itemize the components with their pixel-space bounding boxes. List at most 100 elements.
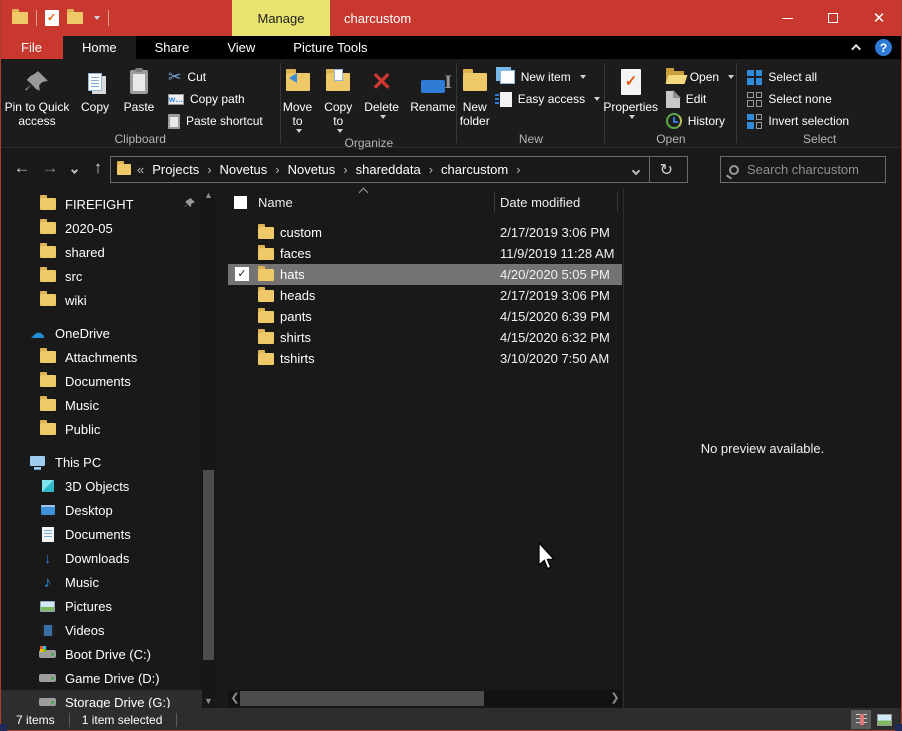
new-item-button[interactable]: New item xyxy=(494,66,606,88)
sidebar-item[interactable]: This PC xyxy=(1,450,202,474)
scroll-right-icon[interactable]: ❯ xyxy=(608,690,622,707)
column-header-date-modified[interactable]: Date modified xyxy=(500,195,580,210)
recent-locations-icon[interactable] xyxy=(64,158,84,178)
copy-path-button[interactable]: w… Copy path xyxy=(162,88,269,110)
select-all-icon xyxy=(747,70,762,85)
easy-access-button[interactable]: Easy access xyxy=(494,88,606,110)
history-button[interactable]: History xyxy=(660,110,740,132)
sidebar-item[interactable]: Public xyxy=(1,417,202,441)
sidebar-item[interactable]: ☁ OneDrive xyxy=(1,321,202,345)
new-item-label: New item xyxy=(521,70,571,84)
search-box[interactable] xyxy=(720,156,886,183)
sidebar-item[interactable]: Attachments xyxy=(1,345,202,369)
minimize-button[interactable] xyxy=(764,0,810,36)
folder-icon[interactable] xyxy=(12,12,28,24)
sidebar-item[interactable]: ↓ Downloads xyxy=(1,546,202,570)
search-input[interactable] xyxy=(747,162,867,177)
delete-button[interactable]: ✕ Delete xyxy=(360,63,403,122)
move-to-button[interactable]: Move to xyxy=(279,63,316,136)
back-button[interactable]: ← xyxy=(8,158,36,178)
properties-quick-icon[interactable] xyxy=(45,10,59,26)
sidebar-item[interactable]: Game Drive (D:) xyxy=(1,666,202,690)
breadcrumb-item[interactable]: Novetus xyxy=(288,162,356,177)
tab-home[interactable]: Home xyxy=(63,36,136,59)
up-button[interactable]: ↑ xyxy=(84,158,112,178)
dropdown-arrow-icon xyxy=(728,75,734,79)
open-button[interactable]: Open xyxy=(660,66,740,88)
properties-button[interactable]: Properties xyxy=(602,63,660,122)
scroll-up-icon[interactable]: ▲ xyxy=(202,188,215,202)
breadcrumb-item[interactable]: shareddata xyxy=(356,162,441,177)
sidebar-item[interactable]: src xyxy=(1,264,202,288)
column-divider[interactable] xyxy=(617,192,618,212)
tab-picture-tools[interactable]: Picture Tools xyxy=(274,36,386,59)
refresh-icon[interactable]: ↻ xyxy=(652,160,681,180)
tab-file[interactable]: File xyxy=(0,36,63,59)
breadcrumb-item[interactable]: Novetus xyxy=(220,162,288,177)
breadcrumb-item[interactable]: charcustom xyxy=(441,162,529,177)
new-folder-button[interactable]: New folder xyxy=(456,63,494,132)
scrollbar-thumb[interactable] xyxy=(203,470,214,660)
row-checkbox[interactable]: ✓ xyxy=(235,267,249,281)
sidebar-item-icon xyxy=(39,505,56,515)
select-none-button[interactable]: Select none xyxy=(741,88,855,110)
file-row[interactable]: ✓ tshirts 3/10/2020 7:50 AM xyxy=(228,348,622,369)
breadcrumb-item[interactable]: Projects xyxy=(152,162,219,177)
sidebar-item[interactable]: 2020-05 xyxy=(1,216,202,240)
tab-share[interactable]: Share xyxy=(136,36,209,59)
chevron-down-icon[interactable] xyxy=(94,16,100,20)
copy-button[interactable]: Copy xyxy=(74,63,116,118)
scrollbar-thumb[interactable] xyxy=(240,691,484,706)
file-row[interactable]: ✓ heads 2/17/2019 3:06 PM xyxy=(228,285,622,306)
cut-button[interactable]: ✂ Cut xyxy=(162,66,269,88)
scroll-down-icon[interactable]: ▼ xyxy=(202,694,215,708)
thumbnails-view-button[interactable] xyxy=(874,710,894,729)
column-header-name[interactable]: Name xyxy=(258,195,293,210)
maximize-button[interactable] xyxy=(810,0,856,36)
file-row[interactable]: ✓ pants 4/15/2020 6:39 PM xyxy=(228,306,622,327)
close-button[interactable]: ✕ xyxy=(856,0,902,36)
address-bar[interactable]: « ProjectsNovetusNovetusshareddatacharcu… xyxy=(110,156,688,183)
invert-selection-button[interactable]: Invert selection xyxy=(741,110,855,132)
sidebar-item[interactable]: Desktop xyxy=(1,498,202,522)
sidebar-item[interactable]: Documents xyxy=(1,522,202,546)
edit-button[interactable]: Edit xyxy=(660,88,740,110)
forward-button[interactable]: → xyxy=(36,158,64,178)
sidebar-item[interactable]: ♪ Music xyxy=(1,570,202,594)
path-overflow-indicator[interactable]: « xyxy=(137,162,144,177)
edit-icon xyxy=(666,91,680,108)
rename-button[interactable]: Rename xyxy=(407,63,459,118)
select-all-checkbox[interactable] xyxy=(234,196,247,209)
sidebar-item[interactable]: wiki xyxy=(1,288,202,312)
sidebar-item[interactable]: Pictures xyxy=(1,594,202,618)
column-divider[interactable] xyxy=(494,192,495,212)
copy-to-button[interactable]: Copy to xyxy=(320,63,356,136)
file-row[interactable]: ✓ custom 2/17/2019 3:06 PM xyxy=(228,222,622,243)
file-row[interactable]: ✓ shirts 4/15/2020 6:32 PM xyxy=(228,327,622,348)
sidebar-item[interactable]: Videos xyxy=(1,618,202,642)
paste-shortcut-button[interactable]: Paste shortcut xyxy=(162,110,269,132)
sidebar-item[interactable]: Documents xyxy=(1,369,202,393)
horizontal-scrollbar[interactable]: ❮ ❯ xyxy=(228,690,622,707)
file-explorer-window: Manage charcustom ✕ File Home Share View… xyxy=(0,0,902,731)
tab-view[interactable]: View xyxy=(208,36,274,59)
sidebar-item[interactable]: shared xyxy=(1,240,202,264)
sidebar-item[interactable]: Storage Drive (G:) xyxy=(1,690,202,708)
new-folder-quick-icon[interactable] xyxy=(67,12,83,24)
help-icon[interactable]: ? xyxy=(875,39,892,56)
sidebar-item[interactable]: Boot Drive (C:) xyxy=(1,642,202,666)
sidebar-scrollbar[interactable]: ▲ ▼ xyxy=(202,188,215,708)
sidebar-item[interactable]: FIREFIGHT xyxy=(1,192,202,216)
details-view-button[interactable] xyxy=(851,710,871,729)
file-row[interactable]: ✓ hats 4/20/2020 5:05 PM xyxy=(228,264,622,285)
pin-to-quick-access-button[interactable]: Pin to Quick access xyxy=(0,63,74,132)
divider xyxy=(649,157,650,182)
sidebar-item[interactable]: Music xyxy=(1,393,202,417)
address-dropdown-icon[interactable] xyxy=(633,163,639,177)
select-all-button[interactable]: Select all xyxy=(741,66,855,88)
contextual-tab-manage[interactable]: Manage xyxy=(232,0,330,36)
maximize-icon xyxy=(828,13,838,23)
file-row[interactable]: ✓ faces 11/9/2019 11:28 AM xyxy=(228,243,622,264)
sidebar-item[interactable]: 3D Objects xyxy=(1,474,202,498)
paste-button[interactable]: Paste xyxy=(116,63,162,118)
